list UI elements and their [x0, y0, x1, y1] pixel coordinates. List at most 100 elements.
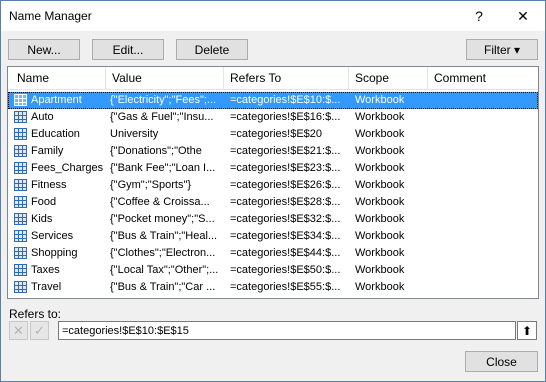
table-row[interactable]: Fitness {"Gym";"Sports"} =categories!$E$…: [8, 177, 538, 194]
row-value: {"Electricity";"Fees";...: [110, 94, 217, 106]
row-name: Apartment: [31, 94, 82, 106]
row-value: {"Clothes";"Electron...: [110, 247, 216, 259]
close-button[interactable]: Close: [465, 351, 538, 372]
window-title: Name Manager: [9, 9, 92, 23]
row-scope: Workbook: [355, 281, 405, 293]
row-value: University: [110, 128, 159, 140]
edit-button[interactable]: Edit...: [92, 39, 164, 60]
row-name: Family: [31, 145, 64, 157]
header-refers-to[interactable]: Refers To: [224, 67, 349, 89]
row-comment: [434, 143, 534, 160]
confirm-icon[interactable]: ✓: [30, 321, 49, 340]
close-window-button[interactable]: ✕: [506, 1, 540, 31]
row-scope: Workbook: [355, 179, 405, 191]
row-scope: Workbook: [355, 162, 405, 174]
row-refers-to: =categories!$E$50:$...: [230, 264, 341, 276]
table-row[interactable]: Education University =categories!$E$20 W…: [8, 126, 538, 143]
refers-to-label: Refers to:: [9, 307, 62, 321]
name-manager-dialog: Name Manager ? ✕ New... Edit... Delete F…: [0, 0, 546, 382]
row-comment: [434, 279, 534, 296]
row-value: {"Bank Fee";"Loan I...: [110, 162, 216, 174]
header-value[interactable]: Value: [106, 67, 224, 89]
table-row[interactable]: Auto {"Gas & Fuel";"Insu... =categories!…: [8, 109, 538, 126]
row-name: Taxes: [31, 264, 60, 276]
new-button[interactable]: New...: [8, 39, 80, 60]
row-scope: Workbook: [355, 196, 405, 208]
delete-button-label: Delete: [194, 42, 230, 57]
row-comment: [434, 126, 534, 143]
edit-button-label: Edit...: [112, 42, 144, 57]
row-scope: Workbook: [355, 213, 405, 225]
row-name: Fees_Charges: [31, 162, 104, 174]
row-comment: [434, 92, 534, 109]
row-comment: [434, 160, 534, 177]
collapse-dialog-icon[interactable]: ⬆: [517, 321, 537, 340]
table-row[interactable]: Fees_Charges {"Bank Fee";"Loan I... =cat…: [8, 160, 538, 177]
header-name[interactable]: Name: [11, 67, 106, 89]
list-header: Name Value Refers To Scope Comment: [8, 67, 538, 90]
row-comment: [434, 177, 534, 194]
table-icon: [14, 281, 27, 293]
title-bar: Name Manager ? ✕: [1, 1, 545, 31]
cancel-icon[interactable]: ✕: [9, 321, 28, 340]
table-row[interactable]: Kids {"Pocket money";"S... =categories!$…: [8, 211, 538, 228]
table-icon: [14, 264, 27, 276]
row-refers-to: =categories!$E$21:$...: [230, 145, 341, 157]
table-row[interactable]: Taxes {"Local Tax";"Other";... =categori…: [8, 262, 538, 279]
table-row[interactable]: Apartment {"Electricity";"Fees";... =cat…: [8, 92, 538, 109]
delete-button[interactable]: Delete: [176, 39, 248, 60]
row-scope: Workbook: [355, 94, 405, 106]
row-value: {"Pocket money";"S...: [110, 213, 215, 225]
table-icon: [14, 179, 27, 191]
row-refers-to: =categories!$E$44:$...: [230, 247, 341, 259]
names-list[interactable]: Name Value Refers To Scope Comment Apart…: [7, 66, 539, 299]
row-refers-to: =categories!$E$23:$...: [230, 162, 341, 174]
table-row[interactable]: Family {"Donations";"Othe =categories!$E…: [8, 143, 538, 160]
close-button-label: Close: [486, 354, 517, 369]
table-icon: [14, 230, 27, 242]
row-refers-to: =categories!$E$28:$...: [230, 196, 341, 208]
table-icon: [14, 145, 27, 157]
row-name: Kids: [31, 213, 53, 225]
filter-button-label: Filter ▾: [483, 42, 521, 57]
row-comment: [434, 228, 534, 245]
row-value: {"Local Tax";"Other";...: [110, 264, 219, 276]
row-comment: [434, 245, 534, 262]
row-value: {"Gas & Fuel";"Insu...: [110, 111, 214, 123]
refers-to-input[interactable]: [58, 321, 516, 340]
table-row[interactable]: Travel {"Bus & Train";"Car ... =categori…: [8, 279, 538, 296]
row-refers-to: =categories!$E$26:$...: [230, 179, 341, 191]
table-row[interactable]: Shopping {"Clothes";"Electron... =catego…: [8, 245, 538, 262]
help-button[interactable]: ?: [462, 1, 496, 31]
row-value: {"Coffee & Croissa...: [110, 196, 210, 208]
row-refers-to: =categories!$E$32:$...: [230, 213, 341, 225]
header-scope[interactable]: Scope: [349, 67, 428, 89]
row-name: Services: [31, 230, 74, 242]
table-icon: [14, 196, 27, 208]
row-comment: [434, 262, 534, 279]
header-comment[interactable]: Comment: [428, 67, 538, 89]
table-row[interactable]: Food {"Coffee & Croissa... =categories!$…: [8, 194, 538, 211]
row-scope: Workbook: [355, 230, 405, 242]
row-name: Shopping: [31, 247, 78, 259]
row-refers-to: =categories!$E$10:$...: [230, 94, 341, 106]
table-icon: [14, 162, 27, 174]
new-button-label: New...: [27, 42, 61, 57]
row-name: Education: [31, 128, 80, 140]
row-name: Travel: [31, 281, 62, 293]
row-scope: Workbook: [355, 128, 405, 140]
table-icon: [14, 247, 27, 259]
row-refers-to: =categories!$E$55:$...: [230, 281, 341, 293]
filter-button[interactable]: Filter ▾: [466, 39, 538, 60]
table-icon: [14, 128, 27, 140]
row-scope: Workbook: [355, 264, 405, 276]
row-name: Food: [31, 196, 57, 208]
row-comment: [434, 211, 534, 228]
table-icon: [14, 213, 27, 225]
row-scope: Workbook: [355, 247, 405, 259]
row-value: {"Bus & Train";"Car ...: [110, 281, 216, 293]
table-row[interactable]: Services {"Bus & Train";"Heal... =catego…: [8, 228, 538, 245]
row-value: {"Donations";"Othe: [110, 145, 202, 157]
row-value: {"Gym";"Sports"}: [110, 179, 192, 191]
row-value: {"Bus & Train";"Heal...: [110, 230, 218, 242]
